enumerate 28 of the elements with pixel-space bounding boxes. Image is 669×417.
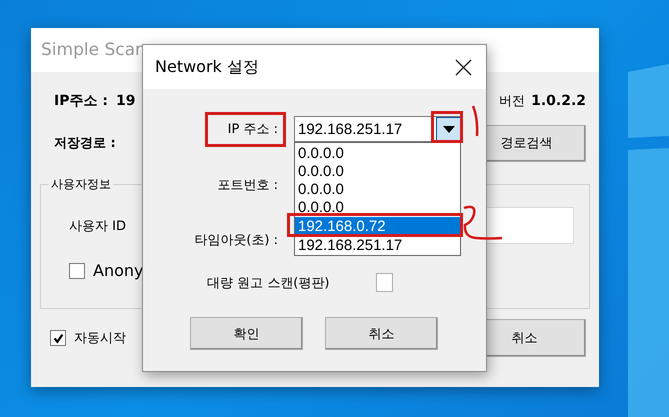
anonymous-label: Anony [93, 261, 144, 280]
ip-value: 19 [116, 93, 136, 109]
checkbox[interactable] [50, 330, 66, 346]
port-label: 포트번호 : [217, 177, 278, 194]
cancel-button[interactable]: 취소 [325, 317, 438, 350]
dialog-title: Network 설정 [155, 56, 259, 78]
annotation-stroke [471, 104, 481, 138]
checkbox[interactable] [69, 262, 85, 278]
version-label: 버전 [499, 93, 526, 110]
ok-button[interactable]: 확인 [190, 317, 303, 350]
timeout-label: 타임아웃(초) : [194, 232, 278, 249]
bulk-scan-label: 대량 원고 스캔(평판) [207, 274, 330, 292]
group-title: 사용자정보 [49, 176, 113, 193]
dropdown-option[interactable]: 0.0.0.0 [295, 199, 460, 217]
dropdown-option[interactable]: 0.0.0.0 [295, 145, 460, 163]
highlight-box [431, 111, 463, 143]
user-id-label: 사용자 ID [69, 218, 126, 234]
ip-label: IP주소 : [54, 92, 108, 110]
dropdown-arrow-icon [443, 126, 455, 132]
autostart-label: 자동시작 [74, 330, 126, 347]
close-icon[interactable] [455, 58, 472, 76]
dropdown-option[interactable]: 0.0.0.0 [295, 181, 460, 199]
version-number: 1.0.2.2 [531, 93, 586, 109]
ip-label: IP 주소 : [228, 121, 278, 138]
dropdown-option[interactable]: 0.0.0.0 [295, 163, 460, 181]
path-label: 저장경로 : [54, 135, 116, 152]
dropdown-option[interactable]: 192.168.251.17 [295, 237, 460, 255]
checkbox[interactable] [376, 273, 394, 292]
